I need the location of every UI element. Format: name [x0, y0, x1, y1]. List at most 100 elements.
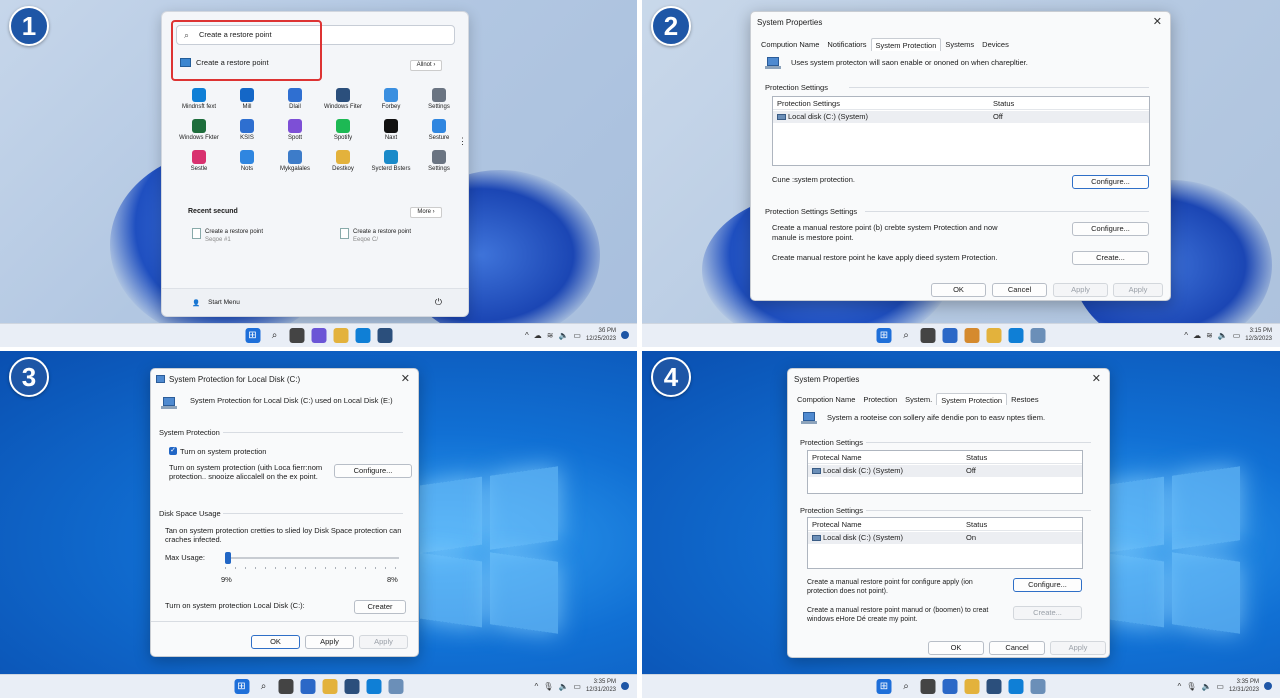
pinned-app[interactable]: Mindnsft fext — [176, 88, 222, 110]
edge-icon[interactable] — [366, 679, 381, 694]
configure-button-2[interactable]: Configure... — [1072, 222, 1149, 236]
table-row[interactable]: Local disk (C:) (System) Off — [773, 111, 1149, 123]
recent-item[interactable]: Create a restore point Seqoe #1 — [192, 228, 263, 244]
edge-icon[interactable] — [1008, 679, 1024, 694]
ok-button[interactable]: OK — [931, 283, 986, 297]
pinned-app[interactable]: Settings — [416, 150, 462, 172]
configure-button[interactable]: Configure... — [1013, 578, 1082, 592]
store-icon[interactable] — [344, 679, 359, 694]
store-icon[interactable] — [986, 679, 1002, 694]
notification-badge[interactable] — [621, 331, 629, 339]
battery-icon[interactable]: ▭ — [573, 331, 581, 340]
tab-system-protection[interactable]: System Protection — [870, 38, 942, 52]
volume-icon[interactable]: 🔈 — [558, 682, 568, 691]
pinned-app[interactable]: Spott — [272, 119, 318, 141]
task-view-icon[interactable] — [920, 679, 936, 694]
pinned-app[interactable]: Sesture — [416, 119, 462, 141]
clock[interactable]: 3:35 PM 12/31/2023 — [1229, 678, 1259, 694]
cloud-icon[interactable]: ☁ — [1193, 331, 1201, 340]
chat-icon[interactable] — [311, 328, 326, 343]
apply-button-2[interactable]: Apply — [359, 635, 408, 649]
cancel-button[interactable]: Cancel — [992, 283, 1047, 297]
max-usage-slider-thumb[interactable] — [225, 552, 231, 564]
mic-icon[interactable]: 🎙 — [1186, 682, 1196, 691]
system-properties-taskbar-icon[interactable] — [1030, 679, 1046, 694]
widgets-icon[interactable] — [942, 679, 958, 694]
task-view-icon[interactable] — [920, 328, 936, 343]
chevron-up-icon[interactable]: ^ — [1184, 331, 1188, 340]
power-icon[interactable]: ⏻ — [435, 297, 442, 308]
notification-badge[interactable] — [1264, 682, 1272, 690]
apply-button-2[interactable]: Apply — [1113, 283, 1163, 297]
chevron-up-icon[interactable]: ^ — [525, 331, 529, 340]
pinned-app[interactable]: Mill — [224, 88, 270, 110]
max-usage-slider-track[interactable] — [225, 557, 399, 559]
file-explorer-icon[interactable] — [986, 328, 1002, 343]
battery-icon[interactable]: ▭ — [1216, 682, 1224, 691]
file-explorer-icon[interactable] — [333, 328, 348, 343]
tab-computer-name[interactable]: Compution Name — [757, 38, 823, 52]
chevron-up-icon[interactable]: ^ — [1178, 682, 1182, 691]
configure-button[interactable]: Configure... — [334, 464, 412, 478]
photos-icon[interactable] — [964, 328, 980, 343]
apply-button[interactable]: Apply — [1050, 641, 1106, 655]
create-button[interactable]: Create... — [1013, 606, 1082, 620]
tab-notifications[interactable]: Notificatiors — [823, 38, 870, 52]
search-icon[interactable]: ⌕ — [267, 328, 282, 343]
file-explorer-icon[interactable] — [322, 679, 337, 694]
task-view-icon[interactable] — [289, 328, 304, 343]
close-icon[interactable]: ✕ — [1092, 372, 1101, 385]
pinned-app[interactable]: Naxt — [368, 119, 414, 141]
pinned-app[interactable]: Destkoy — [320, 150, 366, 172]
apply-button[interactable]: Apply — [305, 635, 354, 649]
battery-icon[interactable]: ▭ — [573, 682, 581, 691]
search-icon[interactable]: ⌕ — [256, 679, 271, 694]
search-icon[interactable]: ⌕ — [899, 328, 914, 343]
creater-button[interactable]: Creater — [354, 600, 406, 614]
cancel-button[interactable]: Cancel — [989, 641, 1045, 655]
wifi-icon[interactable]: ≋ — [1206, 331, 1213, 340]
pinned-app[interactable]: Mykgalales — [272, 150, 318, 172]
start-icon[interactable]: ⊞ — [234, 679, 249, 694]
ok-button[interactable]: OK — [251, 635, 300, 649]
configure-button[interactable]: Configure... — [1072, 175, 1149, 189]
user-button[interactable]: 👤 Start Menu — [192, 299, 240, 307]
volume-icon[interactable]: 🔈 — [1218, 331, 1228, 340]
wifi-icon[interactable]: ≋ — [547, 331, 554, 340]
table-row[interactable]: Local disk (C:) (System) On — [808, 532, 1082, 544]
mic-icon[interactable]: 🎙 — [543, 682, 553, 691]
clock[interactable]: 3б PM 12/25/2023 — [586, 327, 616, 343]
system-properties-taskbar-icon[interactable] — [1030, 328, 1046, 343]
clock[interactable]: 3:35 PM 12/31/2023 — [586, 678, 616, 694]
ok-button[interactable]: OK — [928, 641, 984, 655]
close-icon[interactable]: ✕ — [401, 372, 410, 385]
widgets-icon[interactable] — [300, 679, 315, 694]
pinned-app[interactable]: Spotify — [320, 119, 366, 141]
create-button[interactable]: Create... — [1072, 251, 1149, 265]
pinned-app[interactable]: Windows Fiter — [320, 88, 366, 110]
pinned-app[interactable]: Dlail — [272, 88, 318, 110]
edge-icon[interactable] — [355, 328, 370, 343]
pinned-app[interactable]: Sycterd Bsters — [368, 150, 414, 172]
pinned-app[interactable]: Forbey — [368, 88, 414, 110]
widgets-icon[interactable] — [942, 328, 958, 343]
pinned-app[interactable]: Settings — [416, 88, 462, 110]
all-apps-button[interactable]: Allnot › — [410, 60, 442, 71]
edge-icon[interactable] — [1008, 328, 1024, 343]
table-row[interactable]: Local disk (C:) (System) Off — [808, 465, 1082, 477]
apply-button[interactable]: Apply — [1053, 283, 1108, 297]
volume-icon[interactable]: 🔈 — [558, 331, 568, 340]
recent-item[interactable]: Create a restore point Eeqoe C/ — [340, 228, 411, 244]
task-view-icon[interactable] — [278, 679, 293, 694]
pinned-app[interactable]: Nots — [224, 150, 270, 172]
start-icon[interactable]: ⊞ — [876, 328, 892, 343]
battery-icon[interactable]: ▭ — [1233, 331, 1241, 340]
chevron-up-icon[interactable]: ^ — [535, 682, 539, 691]
volume-icon[interactable]: 🔈 — [1201, 682, 1211, 691]
pinned-app[interactable]: KSIS — [224, 119, 270, 141]
clock[interactable]: 3:15 PM 12/3/2023 — [1245, 327, 1272, 343]
pinned-app[interactable]: Sestle — [176, 150, 222, 172]
notification-badge[interactable] — [621, 682, 629, 690]
start-icon[interactable]: ⊞ — [245, 328, 260, 343]
tab-systems[interactable]: Systems — [941, 38, 978, 52]
